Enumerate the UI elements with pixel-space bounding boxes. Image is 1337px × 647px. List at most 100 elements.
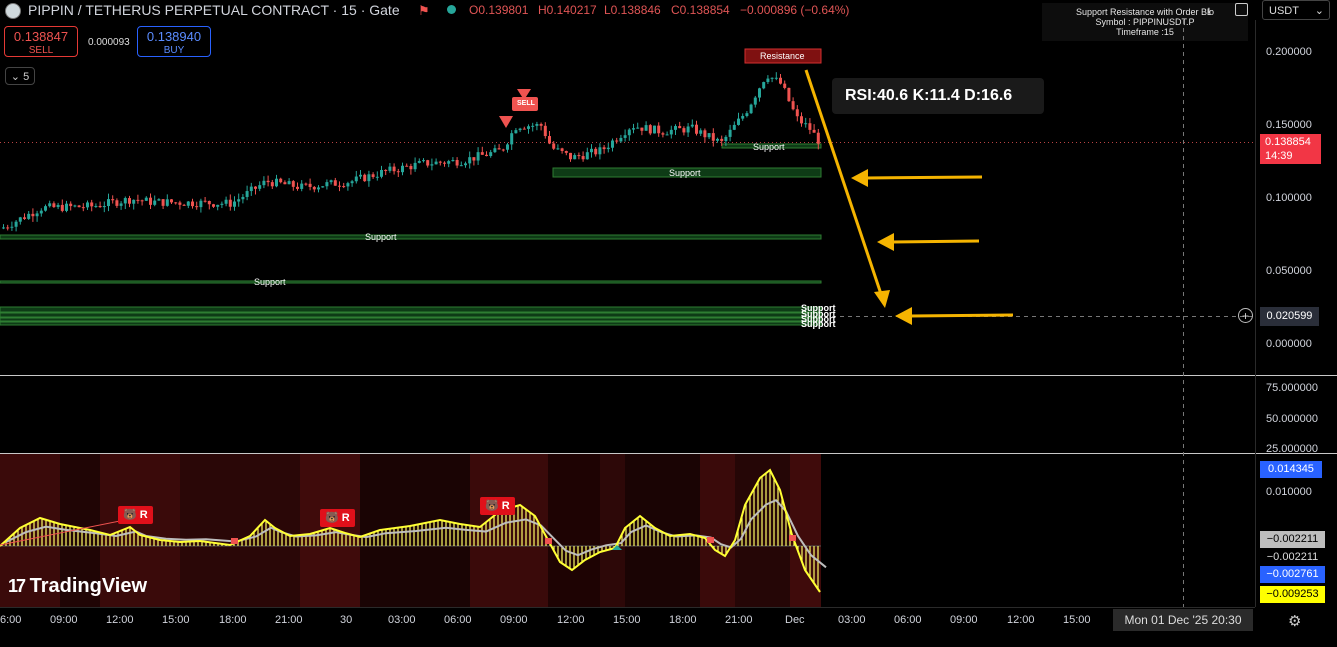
time-tick[interactable]: 30 bbox=[340, 614, 352, 626]
sell-signal-label: SELL bbox=[517, 100, 535, 107]
chart-canvas[interactable] bbox=[0, 0, 1337, 647]
candle-body bbox=[703, 130, 707, 138]
candle-body bbox=[39, 210, 43, 214]
time-tick[interactable]: 21:00 bbox=[725, 614, 753, 626]
support-label: Support bbox=[254, 277, 286, 287]
oscillator-value-badge: −0.002211 bbox=[1260, 531, 1325, 548]
candle-body bbox=[405, 165, 409, 167]
time-tick[interactable]: 12:00 bbox=[557, 614, 585, 626]
candle-body bbox=[144, 197, 148, 201]
tv-logo-icon: 17 bbox=[8, 576, 26, 596]
candle-body bbox=[291, 181, 295, 187]
candle-body bbox=[531, 125, 535, 127]
time-tick[interactable]: 09:00 bbox=[500, 614, 528, 626]
oscillator-value-badge: −0.002211 bbox=[1260, 549, 1325, 566]
candle-body bbox=[615, 140, 619, 142]
time-tick[interactable]: 06:00 bbox=[444, 614, 472, 626]
candle-body bbox=[590, 148, 593, 153]
time-tick[interactable]: 15:00 bbox=[162, 614, 190, 626]
candle-body bbox=[81, 207, 85, 209]
candle-body bbox=[128, 198, 131, 204]
candle-body bbox=[510, 133, 514, 145]
arrow-head-icon bbox=[877, 233, 894, 251]
candle-body bbox=[98, 205, 102, 208]
price-tick[interactable]: 0.150000 bbox=[1266, 119, 1312, 131]
time-tick[interactable]: 18:00 bbox=[669, 614, 697, 626]
candle-body bbox=[283, 182, 287, 185]
candle-body bbox=[468, 157, 472, 164]
candle-body bbox=[174, 202, 178, 204]
time-tick[interactable]: 03:00 bbox=[388, 614, 416, 626]
candle-body bbox=[44, 206, 47, 211]
candle-body bbox=[396, 171, 400, 173]
oscillator-value-badge: −0.009253 bbox=[1260, 586, 1325, 603]
candle-body bbox=[585, 152, 589, 160]
candle-body bbox=[191, 201, 194, 207]
price-tick[interactable]: 0.200000 bbox=[1266, 46, 1312, 58]
oscillator-tick[interactable]: 0.010000 bbox=[1266, 486, 1312, 498]
time-tick[interactable]: 03:00 bbox=[838, 614, 866, 626]
candle-body bbox=[195, 206, 199, 208]
time-tick[interactable]: 15:00 bbox=[1063, 614, 1091, 626]
candle-body bbox=[6, 227, 10, 229]
candle-body bbox=[808, 123, 812, 130]
candle-body bbox=[258, 185, 262, 189]
support-label: Support bbox=[753, 142, 785, 152]
rsi-tick[interactable]: 75.000000 bbox=[1266, 382, 1318, 394]
settings-gear-icon[interactable]: ⚙ bbox=[1288, 612, 1301, 630]
time-tick[interactable]: 09:00 bbox=[950, 614, 978, 626]
candle-body bbox=[178, 202, 182, 205]
candle-body bbox=[266, 180, 270, 183]
candle-body bbox=[678, 126, 682, 129]
candle-body bbox=[233, 201, 236, 207]
time-tick[interactable]: 09:00 bbox=[50, 614, 78, 626]
candle-body bbox=[65, 203, 68, 211]
candle-body bbox=[136, 199, 140, 201]
candle-body bbox=[10, 226, 14, 228]
brand-text: TradingView bbox=[29, 575, 148, 597]
time-tick[interactable]: 21:00 bbox=[275, 614, 303, 626]
candle-body bbox=[354, 176, 358, 182]
candle-body bbox=[23, 217, 26, 219]
candle-body bbox=[111, 199, 115, 201]
candle-body bbox=[720, 138, 724, 142]
candle-body bbox=[577, 155, 581, 157]
time-tick[interactable]: 12:00 bbox=[1007, 614, 1035, 626]
time-tick[interactable]: 6:00 bbox=[0, 614, 21, 626]
arrow-head-icon bbox=[851, 169, 868, 187]
candle-body bbox=[497, 148, 501, 150]
oscillator-top-badge: 0.014345 bbox=[1260, 461, 1322, 478]
price-tick[interactable]: 0.050000 bbox=[1266, 265, 1312, 277]
candle-body bbox=[472, 157, 476, 161]
candle-body bbox=[800, 116, 803, 124]
rsi-tick[interactable]: 25.000000 bbox=[1266, 443, 1318, 455]
time-tick[interactable]: 18:00 bbox=[219, 614, 247, 626]
support-label: Support bbox=[365, 232, 397, 242]
time-tick[interactable]: 15:00 bbox=[613, 614, 641, 626]
candle-body bbox=[501, 149, 505, 151]
candle-body bbox=[518, 128, 522, 131]
pointer-arrow-line[interactable] bbox=[864, 175, 983, 180]
candle-body bbox=[598, 147, 602, 155]
candle-body bbox=[711, 133, 715, 141]
rsi-tick[interactable]: 50.000000 bbox=[1266, 413, 1318, 425]
candle-body bbox=[270, 182, 274, 187]
tradingview-logo[interactable]: 17 TradingView bbox=[8, 575, 147, 598]
candle-body bbox=[480, 152, 484, 155]
candle-countdown: 14:39 bbox=[1265, 150, 1293, 162]
pointer-arrow-line[interactable] bbox=[909, 313, 1014, 318]
pointer-arrow-line[interactable] bbox=[891, 239, 980, 244]
candle-body bbox=[422, 160, 425, 162]
reversal-label: R bbox=[341, 512, 350, 524]
price-tick[interactable]: 0.000000 bbox=[1266, 338, 1312, 350]
time-tick[interactable]: 06:00 bbox=[894, 614, 922, 626]
price-candles bbox=[2, 72, 820, 232]
time-tick[interactable]: 12:00 bbox=[106, 614, 134, 626]
candle-body bbox=[2, 227, 5, 229]
add-alert-plus-icon[interactable]: + bbox=[1238, 308, 1253, 323]
candle-body bbox=[228, 199, 232, 207]
price-tick[interactable]: 0.100000 bbox=[1266, 192, 1312, 204]
candle-body bbox=[371, 174, 375, 177]
candle-body bbox=[245, 191, 249, 197]
time-tick[interactable]: Dec bbox=[785, 614, 805, 626]
